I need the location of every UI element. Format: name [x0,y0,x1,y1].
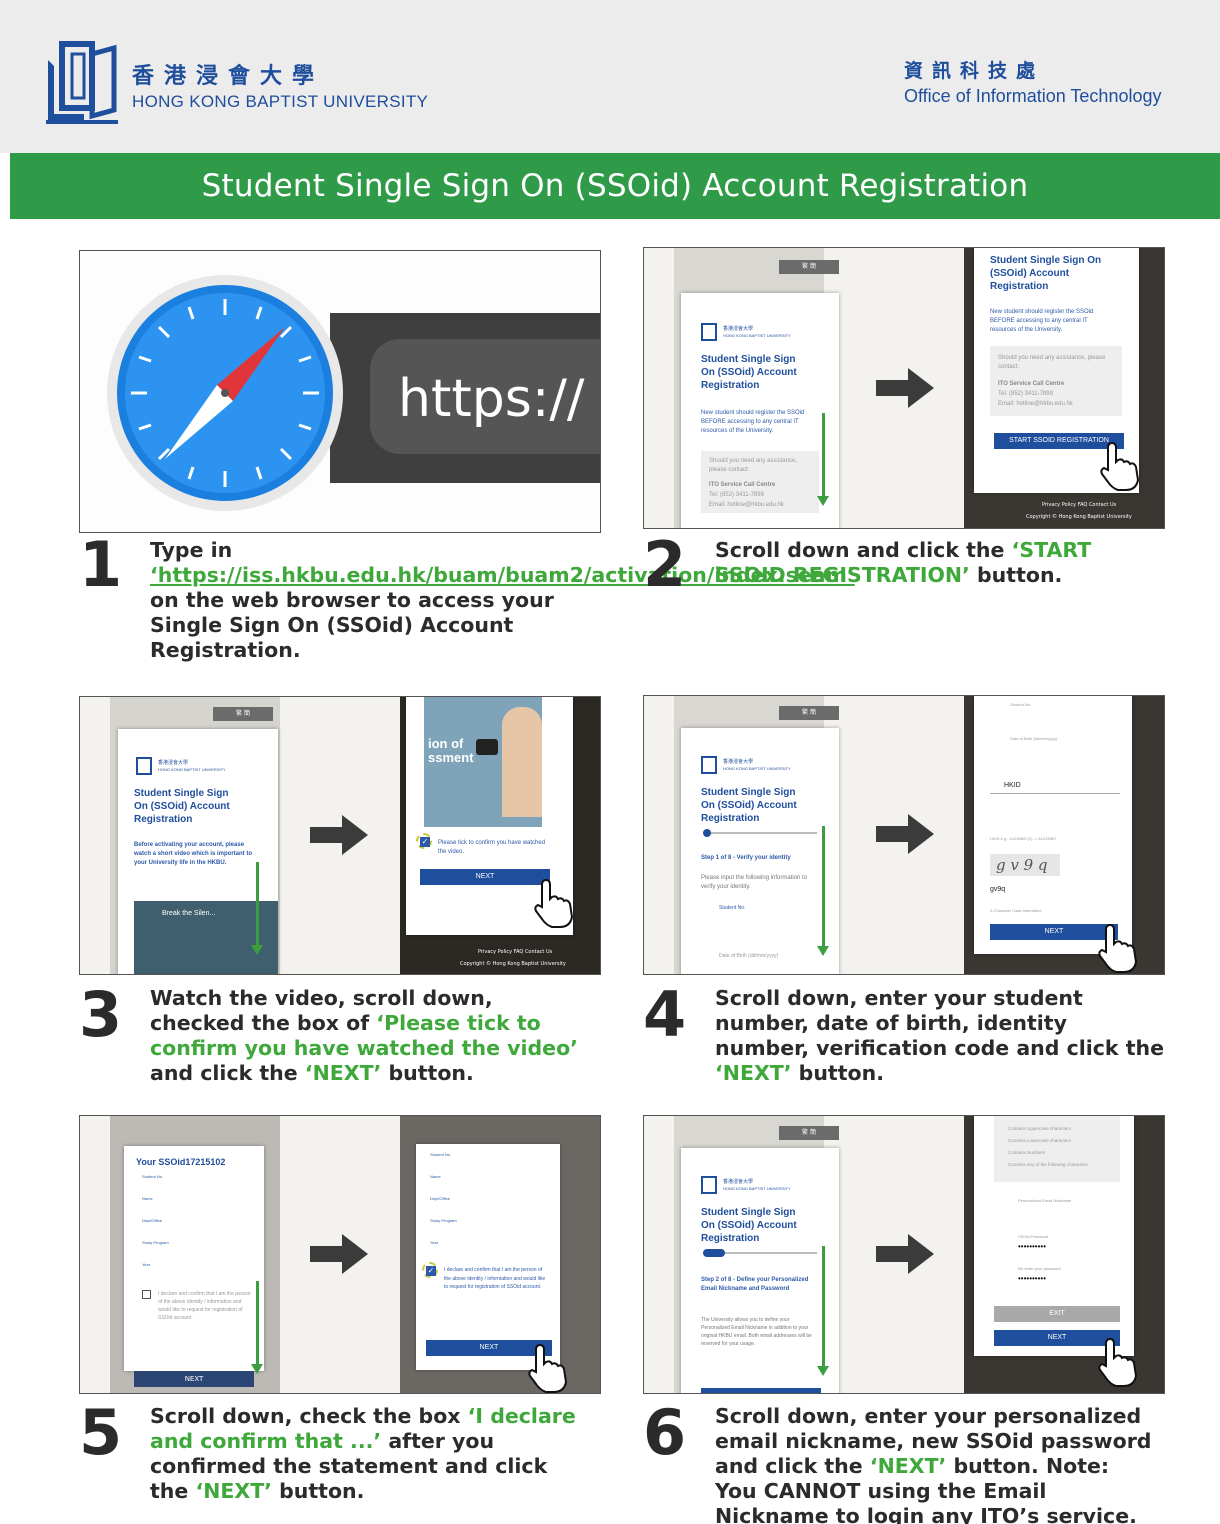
right-arrow-icon [310,1234,368,1274]
captcha-input[interactable]: gv9q [990,886,1005,893]
office-name-chinese: 資訊科技處 [904,60,1045,82]
pointer-hand-icon [1098,1337,1138,1387]
step-4-caption: Scroll down, enter your student number, … [715,986,1165,1086]
caption-text: Type in [150,538,233,562]
copyright: Copyright © Hong Kong Baptist University [1026,514,1132,520]
declare-checkbox[interactable] [142,1290,151,1299]
page-header: 香港浸會大學 HONG KONG BAPTIST UNIVERSITY 資訊科技… [0,0,1220,153]
step-number: 6 [643,1396,687,1469]
caption-text: Scroll down and click the [715,538,1012,562]
scroll-arrow [251,862,263,955]
scroll-arrow [817,826,829,956]
step-1-screenshot: https:// [79,250,601,533]
mini-logo-icon [701,756,717,774]
video-thumbnail[interactable]: ion of ssment [424,697,542,827]
pointer-hand-icon [1100,441,1140,491]
next-button[interactable]: NEXT [134,1371,254,1387]
copyright: Copyright © Hong Kong Baptist University [460,961,566,967]
caption-text: button. [271,1479,365,1503]
progress-steps [705,832,817,834]
caption-text: ‘NEXT’ [869,1454,947,1478]
university-name-chinese: 香港浸會大學 [132,63,325,89]
language-switch[interactable]: 繁 簡 [779,1126,839,1140]
scroll-arrow [817,413,829,506]
scroll-arrow [251,1281,263,1374]
step-5-caption: Scroll down, check the box ‘I declare an… [150,1404,590,1504]
phone-screen-left: 香港浸會大學 HONG KONG BAPTIST UNIVERSITY Stud… [681,728,839,974]
step-number: 3 [79,978,123,1051]
caption-text: ‘NEXT’ [195,1479,272,1503]
pointer-hand-icon [1098,923,1138,973]
university-name-english: HONG KONG BAPTIST UNIVERSITY [132,92,429,111]
right-arrow-icon [876,814,934,854]
hkid-select[interactable]: HKID [990,776,1120,794]
caption-text: button. [381,1061,474,1085]
caption-text: button. [791,1061,885,1085]
scroll-arrow [817,1246,829,1376]
pointer-hand-icon [534,878,574,928]
phone-screen-left: 香港浸會大學 HONG KONG BAPTIST UNIVERSITY Stud… [681,293,839,528]
caption-text: ‘NEXT’ [715,1061,792,1085]
reenter-password-input[interactable]: •••••••••• [1018,1274,1046,1283]
step-3-caption: Watch the video, scroll down, checked th… [150,986,590,1086]
step-number: 4 [643,978,687,1051]
office-name-english: Office of Information Technology [904,86,1162,106]
caption-text: and click the [150,1061,305,1085]
step-5-screenshot: Your SSOid17215102 Student No. Name Dept… [79,1115,601,1394]
mini-logo-icon [136,757,152,775]
safari-compass-icon [107,275,343,511]
footer-links[interactable]: Privacy Policy FAQ Contact Us [1042,502,1116,508]
page-title: Student Single Sign On (SSOid) Account R… [201,168,1029,204]
caption-text: button. [969,563,1063,587]
language-switch[interactable]: 繁 簡 [213,707,273,721]
step-6-screenshot: 繁 簡 香港浸會大學 HONG KONG BAPTIST UNIVERSITY … [643,1115,1165,1394]
play-icon[interactable] [476,739,498,755]
caption-text: ‘NEXT’ [304,1061,382,1085]
step-3-screenshot: 繁 簡 香港浸會大學 HONG KONG BAPTIST UNIVERSITY … [79,696,601,975]
step-number: 5 [79,1396,123,1469]
phone-screen-left: 香港浸會大學 HONG KONG BAPTIST UNIVERSITY Stud… [118,729,278,974]
exit-button[interactable]: EXIT [994,1306,1120,1322]
phone-screen-right: Contains Uppercase characters Contains L… [974,1116,1134,1356]
declare-checkbox-checked[interactable]: ✓ [426,1266,436,1276]
step-2-screenshot: 繁 簡 香港浸會大學 HONG KONG BAPTIST UNIVERSITY … [643,247,1165,529]
phone-screen-left: 香港浸會大學 HONG KONG BAPTIST UNIVERSITY Stud… [681,1148,839,1393]
phone-screen-left: Your SSOid17215102 Student No. Name Dept… [124,1146,264,1371]
video-confirm-checkbox[interactable]: ✓ [420,837,430,847]
right-arrow-icon [876,368,934,408]
ssoid-password-input[interactable]: •••••••••• [1018,1242,1046,1251]
phone-screen-right: Student No. Name Dept/Office Study Progr… [416,1144,560,1370]
step-number: 2 [643,528,687,601]
language-switch[interactable]: 繁 簡 [779,260,839,274]
password-rules: Contains Uppercase characters Contains L… [994,1116,1120,1182]
caption-text: on the web browser to access your Single… [150,588,554,662]
right-arrow-icon [876,1234,934,1274]
phone-screen-right: Student No. Date of Birth (dd/mm/yyyy) H… [974,696,1132,954]
step-1-caption: Type in ‘https://iss.hkbu.edu.hk/buam/bu… [150,538,855,663]
step-6-caption: Scroll down, enter your personalized ema… [715,1404,1155,1524]
step-number: 1 [79,528,123,601]
mini-logo-icon [701,1176,717,1194]
caption-text: Scroll down, enter your student number, … [715,986,1164,1060]
step-4-screenshot: 繁 簡 香港浸會大學 HONG KONG BAPTIST UNIVERSITY … [643,695,1165,975]
step-2-caption: Scroll down and click the ‘START SSOID R… [715,538,1155,588]
caption-text: Scroll down, check the box [150,1404,468,1428]
mini-logo-icon [701,323,717,341]
hkbu-logo-icon [46,41,118,124]
https-text: https:// [398,369,585,429]
captcha-image: g v 9 q [990,854,1060,876]
footer-links[interactable]: Privacy Policy FAQ Contact Us [478,949,552,955]
language-switch[interactable]: 繁 簡 [779,706,839,720]
pointer-hand-icon [528,1343,568,1393]
right-arrow-icon [310,815,368,855]
title-band: Student Single Sign On (SSOid) Account R… [10,153,1220,219]
